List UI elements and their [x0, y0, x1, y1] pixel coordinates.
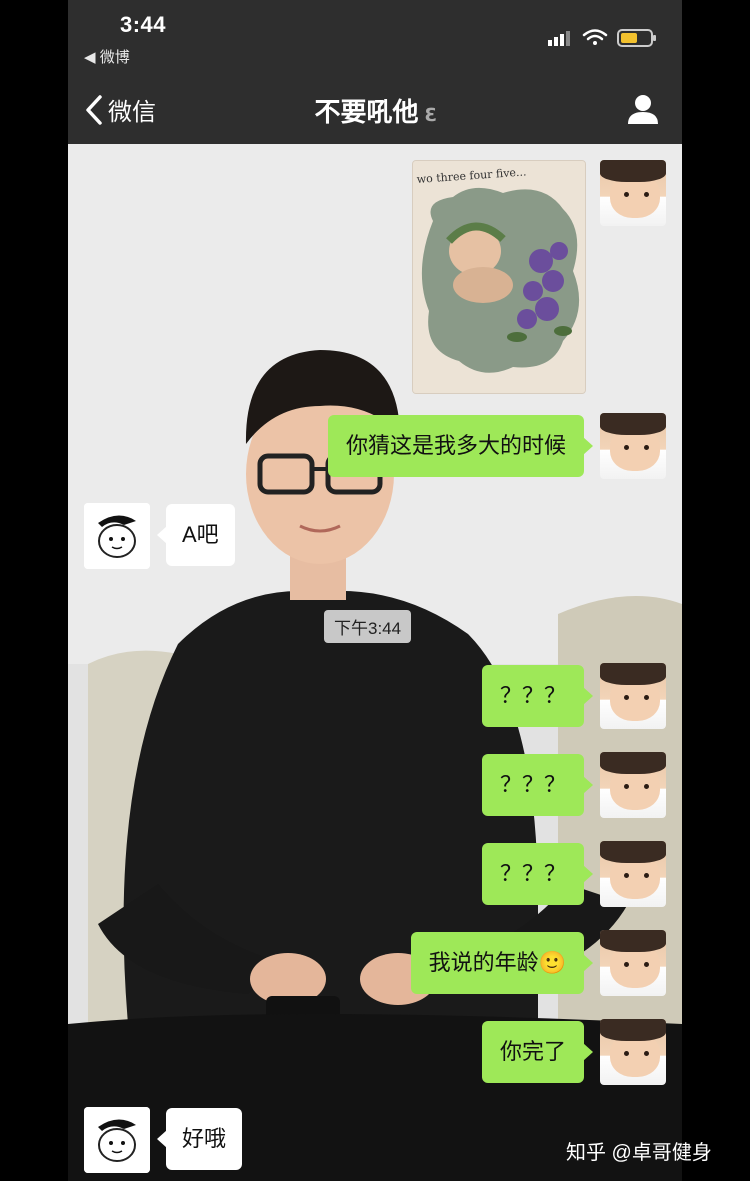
message-bubble-sent[interactable]: 你猜这是我多大的时候	[327, 415, 594, 477]
message-bubble-received[interactable]: A吧	[157, 504, 235, 566]
message-bubble-sent[interactable]: ？？？	[481, 754, 594, 816]
baby-photo-image: wo three four five...	[413, 161, 585, 393]
my-avatar[interactable]	[600, 841, 666, 907]
my-avatar[interactable]	[600, 413, 666, 479]
signal-icon	[548, 31, 570, 46]
chat-title: 不要吼他 ℇ	[68, 92, 682, 129]
back-to-app-link[interactable]: ◀ 微博	[84, 46, 130, 67]
my-avatar[interactable]	[600, 1019, 666, 1085]
ear-icon: ℇ	[424, 105, 436, 125]
watermark-text: 知乎 @卓哥健身	[566, 1142, 712, 1164]
battery-icon	[617, 29, 656, 47]
my-avatar[interactable]	[600, 160, 666, 226]
status-time: 3:44	[120, 12, 167, 37]
chat-header: 微信 不要吼他 ℇ	[68, 76, 682, 144]
photo-message[interactable]: wo three four five...	[412, 160, 586, 394]
my-avatar[interactable]	[600, 752, 666, 818]
message-bubble-sent[interactable]: ？？？	[481, 843, 594, 905]
message-bubble-received[interactable]: 好哦	[156, 1108, 243, 1170]
chat-title-text: 不要吼他	[314, 97, 419, 127]
message-bubble-sent[interactable]: ？？？	[481, 665, 594, 727]
friend-avatar[interactable]	[84, 1107, 150, 1173]
message-bubble-sent[interactable]: 你完了	[481, 1021, 594, 1083]
profile-icon[interactable]	[626, 92, 660, 126]
phone-screen: 3:44 ◀ 微博 微信 不要吼他 ℇ wo three four five..…	[68, 0, 682, 1181]
my-avatar[interactable]	[600, 930, 666, 996]
friend-avatar[interactable]	[84, 503, 150, 569]
system-status-icons	[548, 29, 656, 47]
message-timestamp: 下午3:44	[324, 610, 412, 643]
chat-background-photo	[68, 144, 682, 1181]
status-bar: 3:44 ◀ 微博	[68, 0, 682, 76]
my-avatar[interactable]	[600, 663, 666, 729]
wifi-icon	[582, 29, 608, 45]
message-bubble-sent[interactable]: 我说的年龄🙂	[410, 932, 594, 994]
